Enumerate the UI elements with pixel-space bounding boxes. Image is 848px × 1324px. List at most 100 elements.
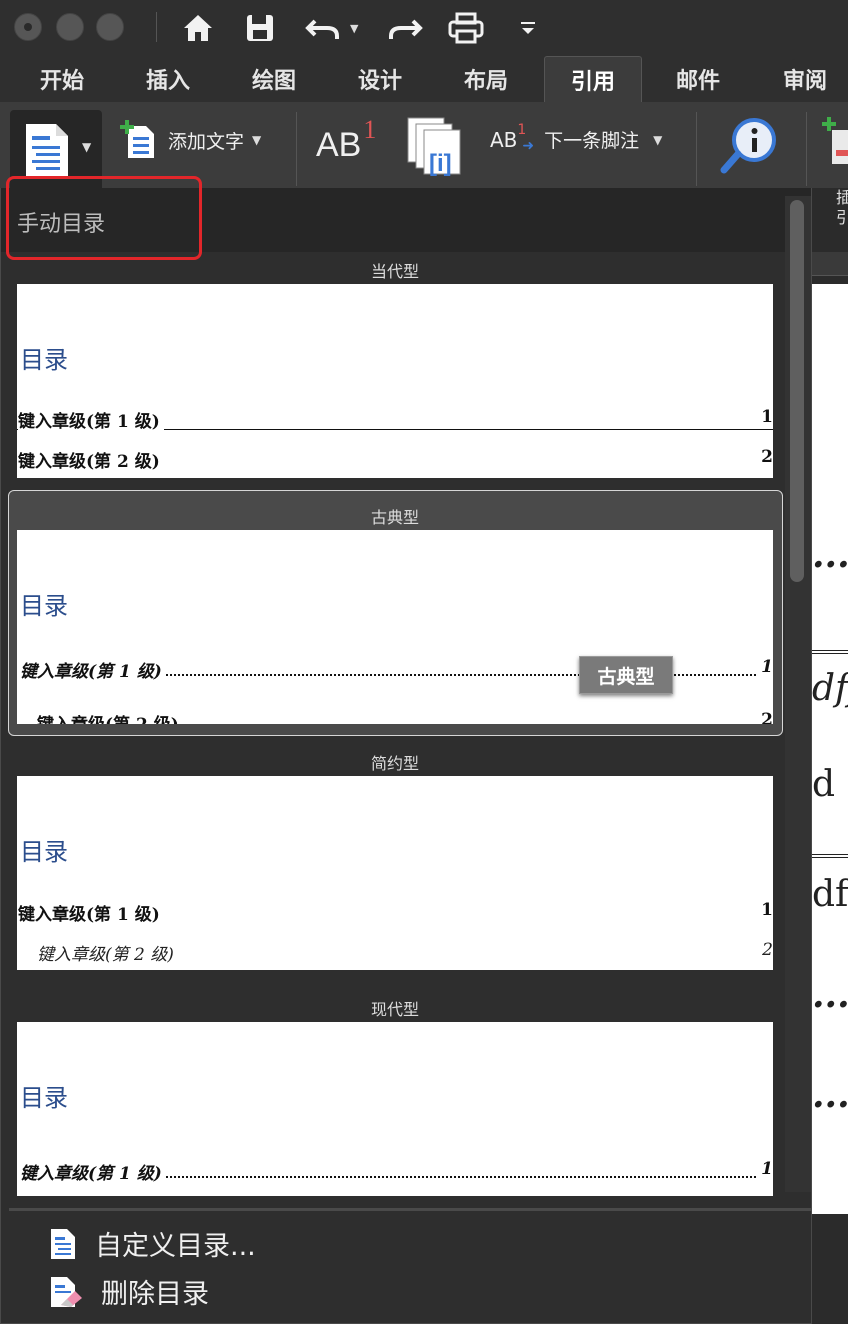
doc-text-line: .... bbox=[812, 974, 848, 1016]
title-bar: ▼ bbox=[0, 0, 848, 56]
toc-entry-text: 键入章级(第 1 级) bbox=[18, 407, 164, 432]
tab-mailings[interactable]: 邮件 bbox=[654, 56, 742, 102]
undo-icon[interactable] bbox=[304, 8, 344, 48]
toc-preview-heading: 目录 bbox=[20, 838, 68, 866]
tab-insert[interactable]: 插入 bbox=[124, 56, 212, 102]
doc-text-line: .... bbox=[812, 534, 848, 576]
tab-layout[interactable]: 布局 bbox=[442, 56, 530, 102]
custom-toc-menu-item[interactable]: 自定义目录... bbox=[49, 1224, 256, 1263]
next-footnote-dropdown-icon: ▼ bbox=[653, 132, 663, 147]
toc-entry-page: 1 bbox=[758, 657, 773, 677]
smart-lookup-icon bbox=[720, 118, 776, 174]
next-footnote-sup: 1 bbox=[517, 121, 527, 138]
toc-entry-text: 键入章级(第 2 级) bbox=[37, 710, 183, 724]
remove-toc-menu-item[interactable]: 删除目录 bbox=[49, 1272, 209, 1311]
panel-scrollbar[interactable] bbox=[785, 196, 811, 1192]
toc-entry-text: 键入章级(第 1 级) bbox=[18, 900, 164, 925]
toolbar-divider bbox=[156, 12, 157, 42]
undo-dropdown-icon[interactable]: ▼ bbox=[350, 22, 358, 35]
ribbon-tabs: 开始 插入 绘图 设计 布局 引用 邮件 审阅 bbox=[0, 56, 848, 102]
toc-preview-heading: 目录 bbox=[20, 346, 68, 374]
tab-design[interactable]: 设计 bbox=[336, 56, 424, 102]
tab-draw[interactable]: 绘图 bbox=[230, 56, 318, 102]
window-close-button[interactable] bbox=[14, 13, 42, 41]
toc-entry-page: 2 bbox=[759, 940, 773, 960]
toc-preview-row: 键入章级(第 2 级) 2 bbox=[17, 710, 773, 724]
custom-toc-label: 自定义目录... bbox=[95, 1231, 256, 1262]
save-icon[interactable] bbox=[242, 8, 278, 48]
toc-dropdown-panel: 手动目录 当代型 目录 键入章级(第 1 级) 1 键入章级(第 2 级) 2 … bbox=[0, 188, 812, 1324]
remove-toc-label: 删除目录 bbox=[101, 1279, 209, 1310]
tab-home[interactable]: 开始 bbox=[18, 56, 106, 102]
svg-text:[i]: [i] bbox=[429, 150, 452, 177]
doc-text-line: .... bbox=[812, 1074, 848, 1116]
insert-footnote-sup: 1 bbox=[363, 114, 377, 144]
next-footnote-ab: AB bbox=[490, 127, 518, 152]
doc-text-line: dff bbox=[812, 874, 848, 915]
toc-preview-row: 键入章级(第 1 级) 1 bbox=[17, 1159, 773, 1184]
toc-entry-text: 键入章级(第 2 级) bbox=[37, 940, 178, 965]
window-zoom-button[interactable] bbox=[96, 13, 124, 41]
horizontal-ruler[interactable] bbox=[812, 252, 848, 276]
toc-dropdown-icon: ▼ bbox=[82, 140, 92, 154]
customize-icon[interactable] bbox=[514, 8, 542, 48]
panel-footer-divider bbox=[9, 1208, 811, 1211]
toc-preview-heading: 目录 bbox=[20, 1084, 68, 1112]
ribbon-divider bbox=[806, 112, 807, 186]
toc-entry-page: 1 bbox=[758, 407, 773, 427]
toc-style-simple[interactable]: 目录 键入章级(第 1 级) 1 键入章级(第 2 级) 2 bbox=[17, 776, 773, 970]
style-tooltip: 古典型 bbox=[579, 656, 673, 694]
toc-style-title: 现代型 bbox=[370, 1000, 419, 1019]
smart-lookup-button[interactable] bbox=[720, 116, 780, 178]
endnote-pages-icon: [i] bbox=[407, 117, 461, 177]
doc-rule bbox=[812, 650, 848, 654]
toc-style-title: 当代型 bbox=[370, 262, 419, 281]
toc-preview-row: 键入章级(第 2 级) 2 bbox=[17, 940, 773, 965]
add-text-label: 添加文字 bbox=[168, 130, 245, 153]
insert-footnote-button[interactable]: AB 1 bbox=[316, 115, 376, 165]
next-arrow-icon: ➜ bbox=[522, 137, 535, 154]
tab-references[interactable]: 引用 bbox=[544, 56, 642, 102]
ribbon-divider bbox=[296, 112, 297, 186]
toc-entry-text: 键入章级(第 1 级) bbox=[20, 1159, 166, 1184]
toc-document-icon bbox=[26, 124, 68, 176]
toc-style-contemporary[interactable]: 目录 键入章级(第 1 级) 1 键入章级(第 2 级) 2 bbox=[17, 284, 773, 478]
insert-endnote-button[interactable]: [i] bbox=[406, 116, 466, 178]
window-minimize-button[interactable] bbox=[56, 13, 84, 41]
add-text-dropdown-icon: ▼ bbox=[252, 133, 262, 147]
toc-preview-row: 键入章级(第 1 级) 1 bbox=[17, 407, 773, 432]
toc-entry-text: 键入章级(第 1 级) bbox=[20, 657, 166, 682]
doc-text-line: d .. bbox=[812, 764, 848, 805]
doc-rule bbox=[812, 854, 848, 858]
toc-entry-page: 1 bbox=[758, 900, 773, 920]
scrollbar-thumb[interactable] bbox=[790, 200, 804, 582]
add-text-icon bbox=[120, 120, 154, 158]
next-footnote-label: 下一条脚注 bbox=[544, 130, 640, 152]
remove-toc-icon bbox=[51, 1276, 82, 1307]
toc-style-title: 古典型 bbox=[370, 508, 419, 527]
toc-entry-text: 键入章级(第 2 级) bbox=[18, 447, 164, 472]
tab-review[interactable]: 审阅 bbox=[762, 56, 848, 102]
toc-entry-page: 1 bbox=[758, 1159, 773, 1179]
insert-citation-button[interactable] bbox=[822, 116, 848, 166]
custom-toc-icon bbox=[51, 1228, 75, 1259]
toc-preview-heading: 目录 bbox=[20, 592, 68, 620]
home-icon[interactable] bbox=[180, 8, 216, 48]
redo-icon[interactable] bbox=[384, 8, 424, 48]
next-footnote-button[interactable]: AB 1 ➜ 下一条脚注 ▼ bbox=[490, 122, 663, 154]
toc-entry-page: 2 bbox=[758, 447, 773, 467]
insert-citation-label: 插引 bbox=[836, 188, 848, 227]
document-page: .... dff d .. dff .... .... bbox=[812, 284, 848, 1214]
toc-style-modern[interactable]: 目录 键入章级(第 1 级) 1 bbox=[17, 1022, 773, 1196]
document-canvas[interactable]: .... dff d .. dff .... .... bbox=[812, 188, 848, 1324]
insert-footnote-ab: AB bbox=[316, 126, 362, 164]
toc-style-classic[interactable]: 目录 键入章级(第 1 级) 1 键入章级(第 2 级) 2 bbox=[17, 530, 773, 724]
doc-text-line: dff bbox=[812, 668, 848, 709]
highlight-annotation bbox=[6, 176, 202, 260]
toc-preview-row: 键入章级(第 2 级) 2 bbox=[17, 447, 773, 472]
toc-entry-page: 2 bbox=[758, 710, 773, 724]
ribbon-divider bbox=[696, 112, 697, 186]
toc-style-title: 简约型 bbox=[370, 754, 419, 773]
print-icon[interactable] bbox=[446, 8, 486, 48]
add-text-button[interactable]: 添加文字 ▼ bbox=[120, 120, 261, 160]
